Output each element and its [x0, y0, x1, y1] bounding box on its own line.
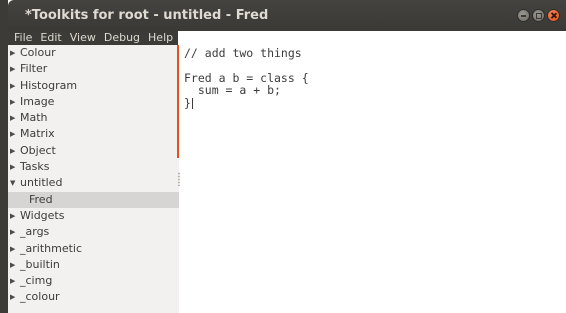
tree-item-args[interactable]: ▶ _args — [8, 224, 179, 240]
tree-item-matrix[interactable]: ▶ Matrix — [8, 126, 179, 142]
tree-item-label: _colour — [20, 290, 60, 304]
collapse-arrow-icon[interactable]: ▼ — [10, 175, 20, 191]
tree-item-untitled[interactable]: ▼ untitled — [8, 175, 179, 191]
expand-arrow-icon[interactable]: ▶ — [10, 257, 20, 273]
expand-arrow-icon[interactable]: ▶ — [10, 126, 20, 142]
tree-item-colour[interactable]: ▶ Colour — [8, 45, 179, 61]
toolkit-tree: ▶ Colour ▶ Filter ▶ Histogram ▶ Image ▶ Math … — [8, 45, 179, 313]
tree-item-builtin[interactable]: ▶ _builtin — [8, 257, 179, 273]
code-line-text: } — [184, 95, 191, 110]
expand-arrow-icon[interactable]: ▶ — [10, 208, 20, 224]
tree-item-math[interactable]: ▶ Math — [8, 110, 179, 126]
tree-item-label: Filter — [20, 62, 48, 76]
tree-item-colour-private[interactable]: ▶ _colour — [8, 289, 179, 305]
code-line: // add two things — [184, 46, 302, 60]
expand-arrow-icon[interactable]: ▶ — [10, 110, 20, 126]
expand-arrow-icon[interactable]: ▶ — [10, 45, 20, 61]
app-window: *Toolkits for root - untitled - Fred Fil… — [0, 0, 566, 313]
tree-item-label: Fred — [29, 192, 53, 206]
expand-arrow-icon[interactable]: ▶ — [10, 143, 20, 159]
tree-item-label: Tasks — [20, 160, 50, 174]
tree-item-object[interactable]: ▶ Object — [8, 143, 179, 159]
tree-item-label: _arithmetic — [20, 241, 83, 255]
menubar: File Edit View Debug Help — [8, 31, 178, 45]
tree-item-cimg[interactable]: ▶ _cimg — [8, 273, 179, 289]
tree-item-arithmetic[interactable]: ▶ _arithmetic — [8, 241, 179, 257]
code-editor[interactable]: // add two things Fred a b = class { sum… — [180, 45, 566, 313]
tree-item-label: Colour — [20, 46, 56, 59]
expand-arrow-icon[interactable]: ▶ — [10, 241, 20, 257]
close-icon[interactable] — [547, 9, 560, 22]
maximize-icon[interactable] — [532, 9, 545, 22]
expand-arrow-icon[interactable]: ▶ — [10, 78, 20, 94]
code-line: sum = a + b; — [184, 83, 281, 98]
tree-item-label: Matrix — [20, 127, 55, 141]
minimize-icon[interactable] — [517, 9, 530, 22]
menu-debug[interactable]: Debug — [100, 31, 144, 45]
tree-item-histogram[interactable]: ▶ Histogram — [8, 78, 179, 94]
tree-item-label: Histogram — [20, 78, 78, 92]
tree-item-label: Image — [20, 94, 55, 108]
code-line-last: } — [184, 95, 566, 110]
tree-item-label: _args — [20, 225, 50, 239]
tree-item-label: Object — [20, 143, 56, 157]
menu-help[interactable]: Help — [144, 31, 177, 45]
pane-splitter[interactable] — [177, 45, 179, 158]
window-title: *Toolkits for root - untitled - Fred — [25, 8, 269, 23]
tree-item-label: Widgets — [20, 208, 65, 222]
menu-file[interactable]: File — [8, 31, 36, 45]
expand-arrow-icon[interactable]: ▶ — [10, 94, 20, 110]
tree-item-fred[interactable]: Fred — [8, 191, 179, 208]
menu-edit[interactable]: Edit — [36, 31, 65, 45]
tree-item-label: _builtin — [20, 257, 60, 271]
tree-item-label: _cimg — [20, 274, 53, 288]
tree-item-filter[interactable]: ▶ Filter — [8, 61, 179, 77]
tree-item-label: Math — [20, 111, 48, 125]
expand-arrow-icon[interactable]: ▶ — [10, 273, 20, 289]
expand-arrow-icon[interactable]: ▶ — [10, 61, 20, 77]
tree-item-image[interactable]: ▶ Image — [8, 94, 179, 110]
text-cursor — [191, 97, 193, 109]
titlebar[interactable]: *Toolkits for root - untitled - Fred — [8, 0, 566, 31]
expand-arrow-icon[interactable]: ▶ — [10, 159, 20, 175]
tree-item-label: untitled — [20, 176, 63, 190]
tree-item-widgets[interactable]: ▶ Widgets — [8, 208, 179, 224]
menu-view[interactable]: View — [66, 31, 100, 45]
window-controls — [517, 9, 560, 22]
expand-arrow-icon[interactable]: ▶ — [10, 289, 20, 305]
window-edge — [0, 0, 8, 313]
tree-item-tasks[interactable]: ▶ Tasks — [8, 159, 179, 175]
expand-arrow-icon[interactable]: ▶ — [10, 224, 20, 240]
